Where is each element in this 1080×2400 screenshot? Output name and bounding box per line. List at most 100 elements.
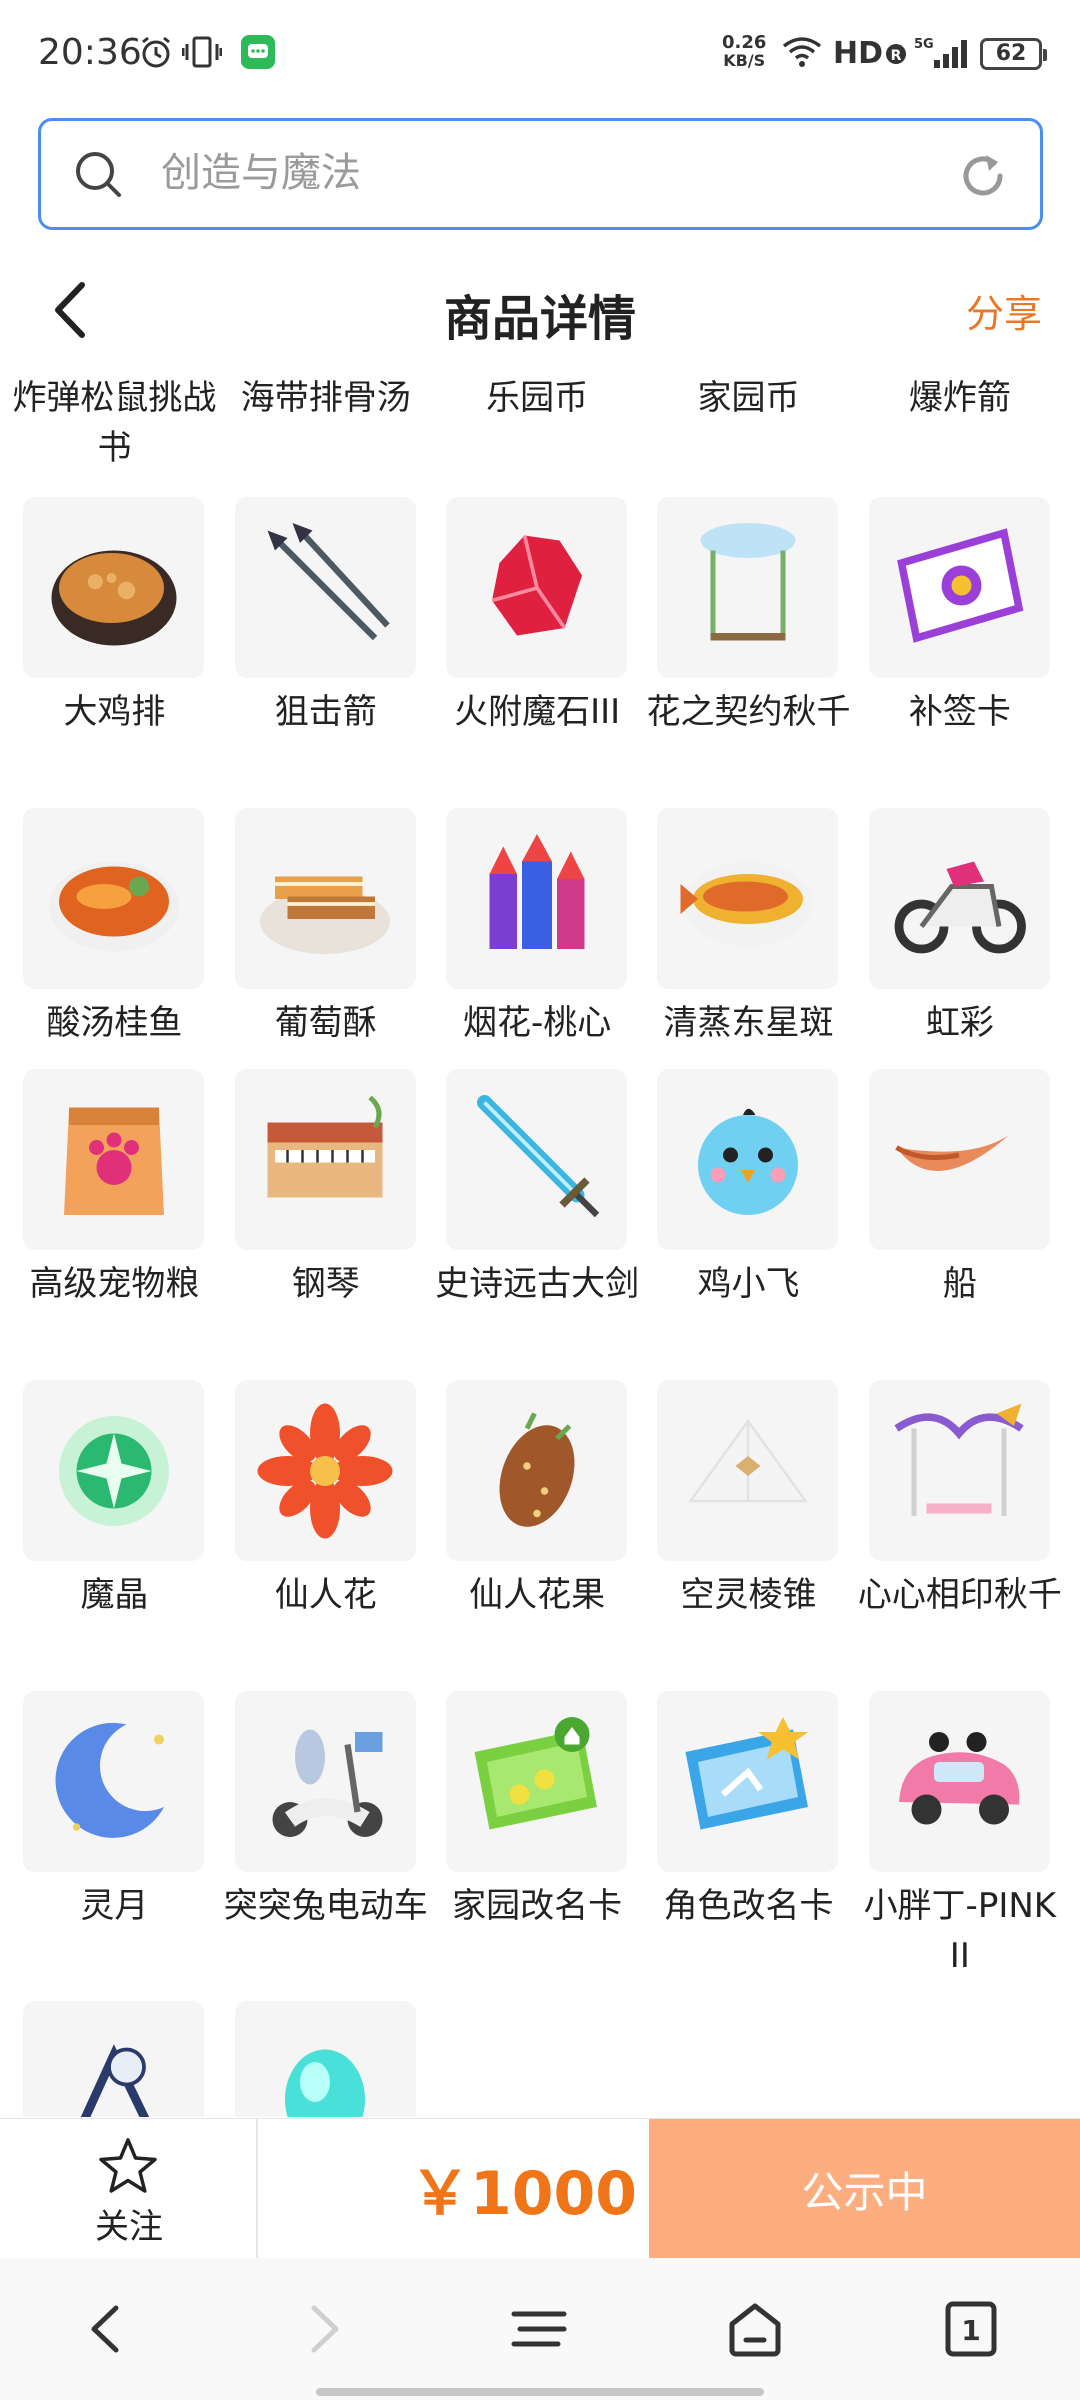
grid-item[interactable]: 虹彩 (855, 808, 1065, 1108)
grid-item-name: 船 (942, 1264, 977, 1304)
grid-item[interactable] (221, 2001, 431, 2117)
grid-item-image[interactable] (446, 808, 628, 989)
grid-item[interactable]: 灵月 (9, 1691, 219, 1991)
grid-item-image[interactable] (446, 1069, 628, 1250)
grid-item[interactable] (9, 2001, 219, 2117)
grid-item-image[interactable] (23, 1069, 205, 1250)
grid-item-image[interactable] (23, 2001, 205, 2117)
grid-item-name: 火附魔石III (454, 692, 621, 732)
grid-item[interactable]: 酸汤桂鱼 (9, 808, 219, 1108)
public-status-button[interactable]: 公示中 (649, 2119, 1080, 2259)
grid-item-image[interactable] (23, 808, 205, 989)
cyan-orb-icon (285, 2049, 366, 2117)
grid-item-image[interactable] (23, 1691, 205, 1872)
price-label: ￥1000 (410, 2159, 637, 2229)
home-indicator[interactable] (316, 2388, 764, 2396)
svg-text:R: R (891, 48, 902, 64)
search-bar[interactable] (38, 118, 1043, 230)
search-input[interactable] (161, 143, 941, 203)
nav-back-icon[interactable] (72, 2294, 142, 2364)
grid-item[interactable]: 船 (855, 1069, 1065, 1369)
home-icon[interactable] (720, 2294, 790, 2364)
menu-icon[interactable] (504, 2294, 574, 2364)
grid-item-image[interactable] (657, 1069, 839, 1250)
grid-item[interactable]: 葡萄酥 (221, 808, 431, 1108)
grid-item[interactable]: 鸡小飞 (643, 1069, 853, 1369)
grid-item-image[interactable] (657, 1380, 839, 1561)
grid-item-name: 仙人花果 (469, 1575, 606, 1615)
sword-icon (476, 1094, 599, 1217)
grid-item[interactable]: 补签卡 (855, 497, 1065, 797)
grid-item-image[interactable] (868, 1069, 1050, 1250)
swing-icon (700, 522, 796, 640)
grid-item[interactable]: 花之契约秋千 (643, 497, 853, 797)
grid-item[interactable]: 仙人花 (221, 1380, 431, 1680)
grid-item-name: 家园改名卡 (452, 1886, 623, 1926)
grid-item-image[interactable] (234, 1380, 416, 1561)
grid-item-image[interactable] (446, 497, 628, 678)
piano-icon (267, 1095, 383, 1197)
grid-item-image[interactable] (23, 1380, 205, 1561)
grid-item[interactable]: 突突兔电动车 (221, 1691, 431, 1991)
grid-item-image[interactable] (657, 1691, 839, 1872)
grid-item[interactable]: 魔晶 (9, 1380, 219, 1680)
grid-item[interactable]: 角色改名卡 (643, 1691, 853, 1991)
grid-item[interactable]: 家园改名卡 (432, 1691, 642, 1991)
steamed-fish-icon (680, 861, 813, 946)
grid-item[interactable]: 仙人花果 (432, 1380, 642, 1680)
follow-button[interactable]: 关注 (0, 2119, 258, 2259)
grid-item[interactable]: 高级宠物粮 (9, 1069, 219, 1369)
grid-item-image[interactable] (657, 808, 839, 989)
grid-item-image[interactable] (868, 808, 1050, 989)
flower-icon (257, 1403, 393, 1538)
grid-item[interactable]: 狙击箭 (221, 497, 431, 797)
grid-item[interactable]: 清蒸东星斑 (643, 808, 853, 1108)
grid-item-image[interactable] (868, 1380, 1050, 1561)
grid-item-name: 高级宠物粮 (29, 1264, 200, 1304)
grid-item-image[interactable] (234, 808, 416, 989)
grid-item[interactable]: 心心相印秋千 (855, 1380, 1065, 1680)
wifi-icon (782, 37, 822, 67)
tabs-icon[interactable]: 1 (936, 2294, 1006, 2364)
grid-item-name: 虹彩 (925, 1003, 994, 1043)
grid-item-image[interactable] (234, 1069, 416, 1250)
ticket-icon (897, 527, 1024, 643)
grid-item[interactable]: 小胖丁-PINK II (855, 1691, 1065, 1991)
nav-forward-icon[interactable] (288, 2294, 358, 2364)
grid-item-name: 家园币 (697, 378, 800, 418)
grid-item-image[interactable] (446, 1691, 628, 1872)
pastry-icon (260, 876, 391, 954)
grid-item-name: 炸弹松鼠挑战书 (12, 378, 217, 468)
pyramid-icon (688, 1418, 808, 1502)
grid-item[interactable]: 火附魔石III (432, 497, 642, 797)
grid-item[interactable]: 钢琴 (221, 1069, 431, 1369)
grid-item-image[interactable] (868, 497, 1050, 678)
grid-item-name: 海带排骨汤 (240, 378, 411, 418)
grid-item-image[interactable] (23, 497, 205, 678)
magic-crystal-icon (58, 1415, 169, 1526)
grid-item[interactable]: 烟花-桃心 (432, 808, 642, 1108)
fish-soup-icon (48, 861, 179, 951)
share-button[interactable]: 分享 (966, 283, 1042, 338)
grid-item-image[interactable] (657, 497, 839, 678)
grid-item-image[interactable] (868, 1691, 1050, 1872)
signal-icon: R 5G (886, 37, 967, 68)
grid-item[interactable]: 史诗远古大剑 (432, 1069, 642, 1369)
follow-label: 关注 (95, 2207, 163, 2247)
boat-icon (895, 1134, 1010, 1171)
grid-item-name: 魔晶 (80, 1575, 149, 1615)
grid-item[interactable]: 空灵棱锥 (643, 1380, 853, 1680)
star-icon[interactable] (96, 2135, 160, 2199)
refresh-icon[interactable] (956, 149, 1010, 203)
grid-item-image[interactable] (234, 497, 416, 678)
grid-item-name: 花之契约秋千 (646, 692, 851, 732)
grid-item-image[interactable] (234, 2001, 416, 2117)
grid-item-name: 大鸡排 (63, 692, 166, 732)
grid-item-name: 鸡小飞 (697, 1264, 800, 1304)
search-icon[interactable] (71, 147, 125, 201)
grid-item-name: 乐园币 (486, 378, 589, 418)
grid-item[interactable]: 大鸡排 (9, 497, 219, 797)
grid-item-name: 狙击箭 (274, 692, 377, 732)
grid-item-image[interactable] (234, 1691, 416, 1872)
grid-item-image[interactable] (446, 1380, 628, 1561)
